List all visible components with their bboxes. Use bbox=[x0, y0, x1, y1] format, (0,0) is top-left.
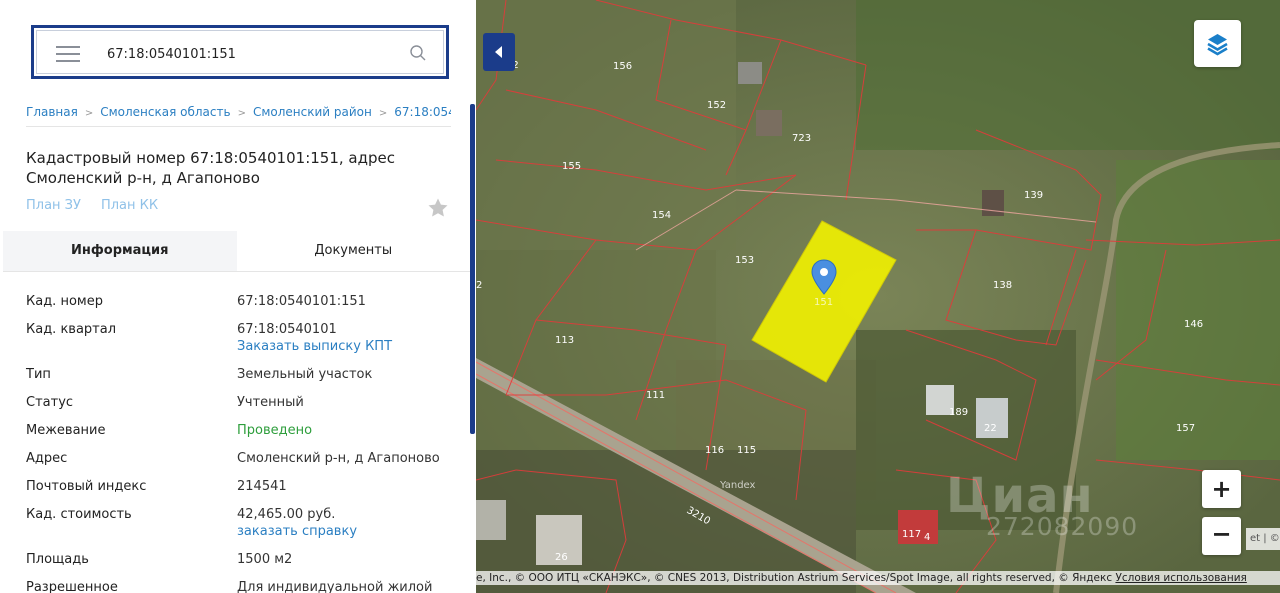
hamburger-menu-icon[interactable] bbox=[56, 46, 80, 62]
search-box bbox=[31, 25, 449, 79]
info-label: Адрес bbox=[26, 451, 68, 466]
plan-zu-link[interactable]: План ЗУ bbox=[26, 198, 81, 213]
plot-label: 156 bbox=[613, 61, 632, 72]
tab-info[interactable]: Информация bbox=[3, 231, 237, 272]
breadcrumb: Главная > Смоленская область > Смоленский ра… bbox=[26, 105, 451, 127]
info-value: 67:18:0540101:151 bbox=[237, 294, 366, 309]
zoom-out-button[interactable]: − bbox=[1202, 517, 1241, 555]
watermark-id: 272082090 bbox=[986, 512, 1139, 541]
plot-label: 2 bbox=[476, 280, 482, 291]
plot-label: 116 bbox=[705, 445, 724, 456]
info-label: Почтовый индекс bbox=[26, 479, 147, 494]
info-label: Кад. стоимость bbox=[26, 507, 132, 522]
plot-label: 154 bbox=[652, 210, 671, 221]
order-kpt-link[interactable]: Заказать выписку КПТ bbox=[237, 339, 392, 354]
info-value: Учтенный bbox=[237, 395, 304, 410]
breadcrumb-separator: > bbox=[237, 108, 246, 119]
breadcrumb-item-district[interactable]: Смоленский район bbox=[253, 105, 372, 119]
info-panel: Главная > Смоленская область > Смоленский ра… bbox=[0, 0, 476, 593]
attribution-text: e, Inc., © ООО ИТЦ «СКАНЭКС», © CNES 201… bbox=[476, 572, 1113, 584]
zoom-in-button[interactable]: + bbox=[1202, 470, 1241, 508]
chevron-left-icon bbox=[495, 46, 502, 58]
plot-label-selected: 151 bbox=[814, 297, 833, 308]
plan-links: План ЗУ План КК bbox=[26, 198, 178, 213]
plot-label: 139 bbox=[1024, 190, 1043, 201]
yandex-label: Yandex bbox=[720, 480, 756, 491]
plot-label: 4 bbox=[924, 532, 930, 543]
plot-label: 26 bbox=[555, 552, 568, 563]
tab-documents[interactable]: Документы bbox=[236, 231, 470, 272]
star-icon[interactable] bbox=[426, 196, 450, 220]
breadcrumb-separator: > bbox=[378, 108, 388, 119]
order-certificate-link[interactable]: заказать справку bbox=[237, 524, 357, 539]
panel-scrollbar[interactable] bbox=[470, 104, 475, 434]
plot-label: 157 bbox=[1176, 423, 1195, 434]
info-label: Межевание bbox=[26, 423, 106, 438]
info-value: 214541 bbox=[237, 479, 287, 494]
info-value: Смоленский р-н, д Агапоново bbox=[237, 451, 440, 466]
plot-label: 723 bbox=[792, 133, 811, 144]
search-field bbox=[36, 30, 444, 74]
plan-kk-link[interactable]: План КК bbox=[101, 198, 158, 213]
satellite-map: 156 152 723 155 154 153 139 138 113 111 … bbox=[476, 0, 1280, 593]
layers-button[interactable] bbox=[1194, 20, 1241, 67]
info-value: 1500 м2 bbox=[237, 552, 293, 567]
info-label: Площадь bbox=[26, 552, 89, 567]
map-attribution: e, Inc., © ООО ИТЦ «СКАНЭКС», © CNES 201… bbox=[476, 571, 1280, 585]
plot-label: 152 bbox=[707, 100, 726, 111]
plot-label: 117 bbox=[902, 529, 921, 540]
plot-label: 138 bbox=[993, 280, 1012, 291]
info-value: 42,465.00 руб. bbox=[237, 507, 336, 522]
plot-label: 153 bbox=[735, 255, 754, 266]
breadcrumb-separator: > bbox=[84, 108, 94, 119]
map-view[interactable]: 156 152 723 155 154 153 139 138 113 111 … bbox=[476, 0, 1280, 593]
info-value: Земельный участок bbox=[237, 367, 373, 382]
page-title: Кадастровый номер 67:18:0540101:151, адр… bbox=[26, 149, 395, 187]
info-label: Тип bbox=[26, 367, 51, 382]
breadcrumb-item-quarter[interactable]: 67:18:05401 bbox=[394, 105, 451, 119]
plot-label: 146 bbox=[1184, 319, 1203, 330]
layers-icon bbox=[1207, 34, 1228, 56]
breadcrumb-item-region[interactable]: Смоленская область bbox=[100, 105, 230, 119]
status-badge: Проведено bbox=[237, 423, 313, 438]
collapse-panel-button[interactable] bbox=[483, 33, 515, 71]
breadcrumb-item-home[interactable]: Главная bbox=[26, 105, 78, 119]
plot-label: 111 bbox=[646, 390, 665, 401]
info-value: Для индивидуальной жилой bbox=[237, 580, 433, 593]
plot-label: 115 bbox=[737, 445, 756, 456]
plot-label: 155 bbox=[562, 161, 581, 172]
info-value: 67:18:0540101 bbox=[237, 322, 337, 337]
tabs: Информация Документы bbox=[3, 231, 470, 272]
plot-label: 113 bbox=[555, 335, 574, 346]
info-label: Статус bbox=[26, 395, 74, 410]
terms-link[interactable]: Условия использования bbox=[1115, 572, 1246, 584]
search-icon[interactable] bbox=[409, 44, 427, 62]
plot-label: 189 bbox=[949, 407, 968, 418]
map-corner-controls: et | © bbox=[1246, 528, 1280, 550]
info-label: Кад. квартал bbox=[26, 322, 117, 337]
info-label: Кад. номер bbox=[26, 294, 103, 309]
info-label: Разрешенное bbox=[26, 580, 118, 593]
plot-label: 22 bbox=[984, 423, 997, 434]
search-input[interactable] bbox=[107, 41, 397, 67]
